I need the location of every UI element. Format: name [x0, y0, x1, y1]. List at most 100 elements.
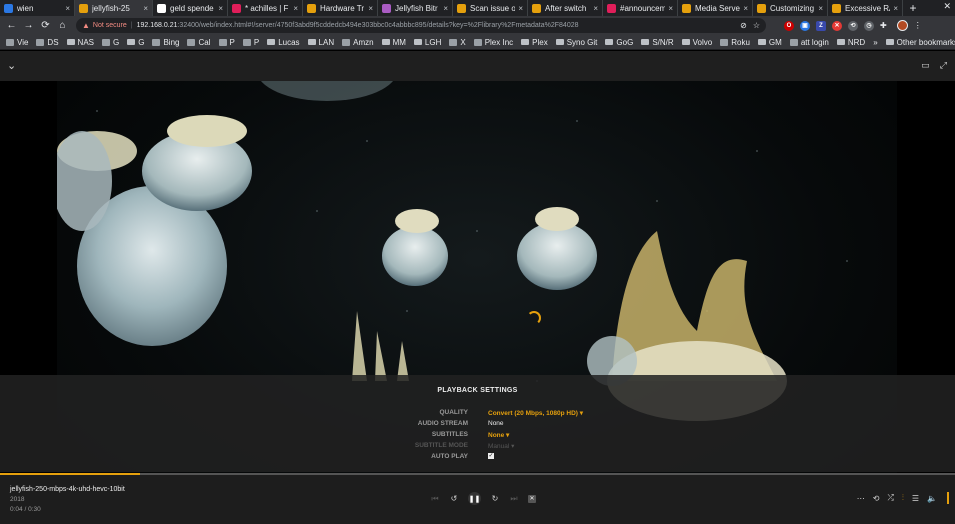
pause-button[interactable]: ❚❚	[468, 492, 481, 505]
back-button[interactable]: ←	[4, 18, 19, 33]
bookmark-item[interactable]: P	[242, 38, 259, 47]
bookmark-item[interactable]: Syno Git	[555, 38, 597, 47]
setting-value-dropdown[interactable]: None ▾	[488, 431, 509, 439]
media-title[interactable]: jellyfish-250-mbps-4k-uhd-hevc-10bit	[10, 486, 125, 493]
bookmark-item[interactable]: NAS	[66, 38, 94, 47]
browser-tab[interactable]: geld spende ×	[153, 0, 228, 16]
bookmark-label: MM	[392, 37, 406, 47]
puzzle-extensions-icon[interactable]: ✚	[880, 21, 887, 30]
plex-favicon-icon	[757, 3, 766, 13]
minimize-player-chevron-icon[interactable]: ⌄	[7, 59, 16, 72]
other-bookmarks-folder[interactable]: Other bookmarks	[885, 38, 955, 47]
browser-tab[interactable]: Scan issue o ×	[453, 0, 528, 16]
bookmark-item[interactable]: Bing	[152, 38, 179, 47]
more-options-icon[interactable]: ⋯	[857, 494, 865, 503]
tab-close-icon[interactable]: ×	[143, 4, 148, 13]
skip-forward-icon[interactable]: ↻	[490, 494, 500, 504]
zotero-extension-icon[interactable]: Z	[816, 20, 826, 31]
cast-icon[interactable]: ▭	[921, 60, 930, 71]
shuffle-icon[interactable]: ⤮	[887, 493, 893, 503]
more-bookmarks-button[interactable]: »	[873, 38, 877, 47]
next-track-icon[interactable]: ⏭	[509, 494, 519, 504]
sync-extension-icon[interactable]: ⟲	[848, 20, 858, 31]
setting-value-dropdown[interactable]: None	[488, 420, 504, 427]
browser-tab[interactable]: Excessive RA ×	[828, 0, 903, 16]
tab-close-icon[interactable]: ×	[293, 4, 298, 13]
volume-level-bar[interactable]	[947, 492, 949, 504]
site-favicon-icon	[789, 38, 798, 46]
browser-tab[interactable]: Customizing ×	[753, 0, 828, 16]
bookmark-item[interactable]: NRD	[836, 38, 865, 47]
tab-close-icon[interactable]: ×	[893, 4, 898, 13]
playback-settings-icon[interactable]: ⫶	[902, 493, 904, 503]
bookmark-label: P	[229, 37, 235, 47]
browser-tab[interactable]: jellyfish-25 ×	[75, 0, 153, 16]
home-button[interactable]: ⌂	[55, 18, 70, 33]
tab-close-icon[interactable]: ×	[65, 4, 70, 13]
stop-button[interactable]: ✕	[528, 494, 536, 503]
bookmark-item[interactable]: Plex	[521, 38, 548, 47]
new-tab-button[interactable]: +	[903, 0, 923, 16]
screenshot-extension-icon[interactable]: ▣	[800, 20, 810, 31]
adblock-extension-icon[interactable]: ✕	[832, 20, 842, 31]
bookmark-item[interactable]: Lucas	[267, 38, 300, 47]
security-label[interactable]: Not secure	[93, 22, 127, 29]
opera-extension-icon[interactable]: O	[784, 20, 794, 31]
bookmark-item[interactable]: X	[449, 38, 466, 47]
history-extension-icon[interactable]: ◷	[864, 20, 874, 31]
previous-track-icon[interactable]: ⏮	[430, 494, 440, 504]
bookmark-item[interactable]: Cal	[187, 37, 211, 47]
bookmark-item[interactable]: att login	[789, 38, 829, 47]
browser-tab[interactable]: After switch ×	[528, 0, 603, 16]
bookmark-label: Cal	[198, 37, 211, 47]
address-bar[interactable]: ▲ Not secure | 192.168.0.21:32400/web/in…	[76, 18, 766, 33]
bookmark-item[interactable]: GM	[757, 38, 782, 47]
folder-icon	[127, 39, 136, 45]
bookmark-item[interactable]: LGH	[413, 38, 441, 47]
bookmark-item[interactable]: MM	[381, 37, 406, 47]
tab-close-icon[interactable]: ×	[593, 4, 598, 13]
browser-tab[interactable]: Jellyfish Bitr ×	[378, 0, 453, 16]
bookmark-item[interactable]: P	[218, 37, 235, 47]
browser-tab[interactable]: * achilles | F ×	[228, 0, 303, 16]
bookmark-item[interactable]: DS	[36, 38, 59, 47]
playlist-icon[interactable]: ☰	[912, 494, 919, 503]
tab-close-icon[interactable]: ×	[518, 4, 523, 13]
bookmark-label: Bing	[163, 37, 180, 47]
fullscreen-icon[interactable]: ⤢	[940, 60, 947, 71]
browser-tab[interactable]: Media Serve ×	[678, 0, 753, 16]
bookmark-item[interactable]: Amzn	[342, 38, 374, 47]
volume-icon[interactable]: 🔈	[927, 494, 937, 503]
browser-tab[interactable]: wien ×	[0, 0, 75, 16]
bookmark-item[interactable]: LAN	[307, 38, 334, 47]
bookmark-item[interactable]: G	[102, 38, 119, 47]
autoplay-checkbox[interactable]: ✓	[488, 453, 494, 459]
bookmark-item[interactable]: G	[127, 38, 144, 47]
tab-close-icon[interactable]: ×	[443, 4, 448, 13]
url-path: :32400/web/index.html#!/server/4750f3abd…	[177, 22, 579, 29]
reload-button[interactable]: ⟳	[38, 18, 53, 33]
browser-tab[interactable]: #announcem ×	[603, 0, 678, 16]
profile-avatar[interactable]	[896, 20, 908, 31]
bookmark-item[interactable]: Volvo	[681, 38, 712, 47]
bookmark-item[interactable]: Roku	[720, 38, 750, 47]
browser-menu-icon[interactable]: ⋮	[914, 21, 922, 30]
replay-back-icon[interactable]: ↺	[449, 494, 459, 504]
bookmark-item[interactable]: GoG	[605, 38, 633, 47]
translate-icon[interactable]: ⊘	[740, 21, 747, 30]
tab-close-icon[interactable]: ×	[668, 4, 673, 13]
bookmark-item[interactable]: Plex Inc	[473, 38, 513, 47]
forward-button[interactable]: →	[21, 18, 36, 33]
bookmark-item[interactable]: Vie	[6, 38, 28, 47]
window-close-icon[interactable]: ✕	[943, 1, 951, 12]
tab-close-icon[interactable]: ×	[743, 4, 748, 13]
repeat-icon[interactable]: ⟲	[873, 494, 880, 503]
bookmark-star-icon[interactable]: ☆	[753, 21, 760, 30]
tab-close-icon[interactable]: ×	[218, 4, 223, 13]
bookmark-item[interactable]: S/N/R	[641, 38, 674, 47]
warning-icon[interactable]: ▲	[82, 21, 90, 30]
setting-value-dropdown[interactable]: Convert (20 Mbps, 1080p HD) ▾	[488, 409, 583, 417]
browser-tab[interactable]: Hardware Tr ×	[303, 0, 378, 16]
tab-close-icon[interactable]: ×	[818, 4, 823, 13]
tab-close-icon[interactable]: ×	[368, 4, 373, 13]
